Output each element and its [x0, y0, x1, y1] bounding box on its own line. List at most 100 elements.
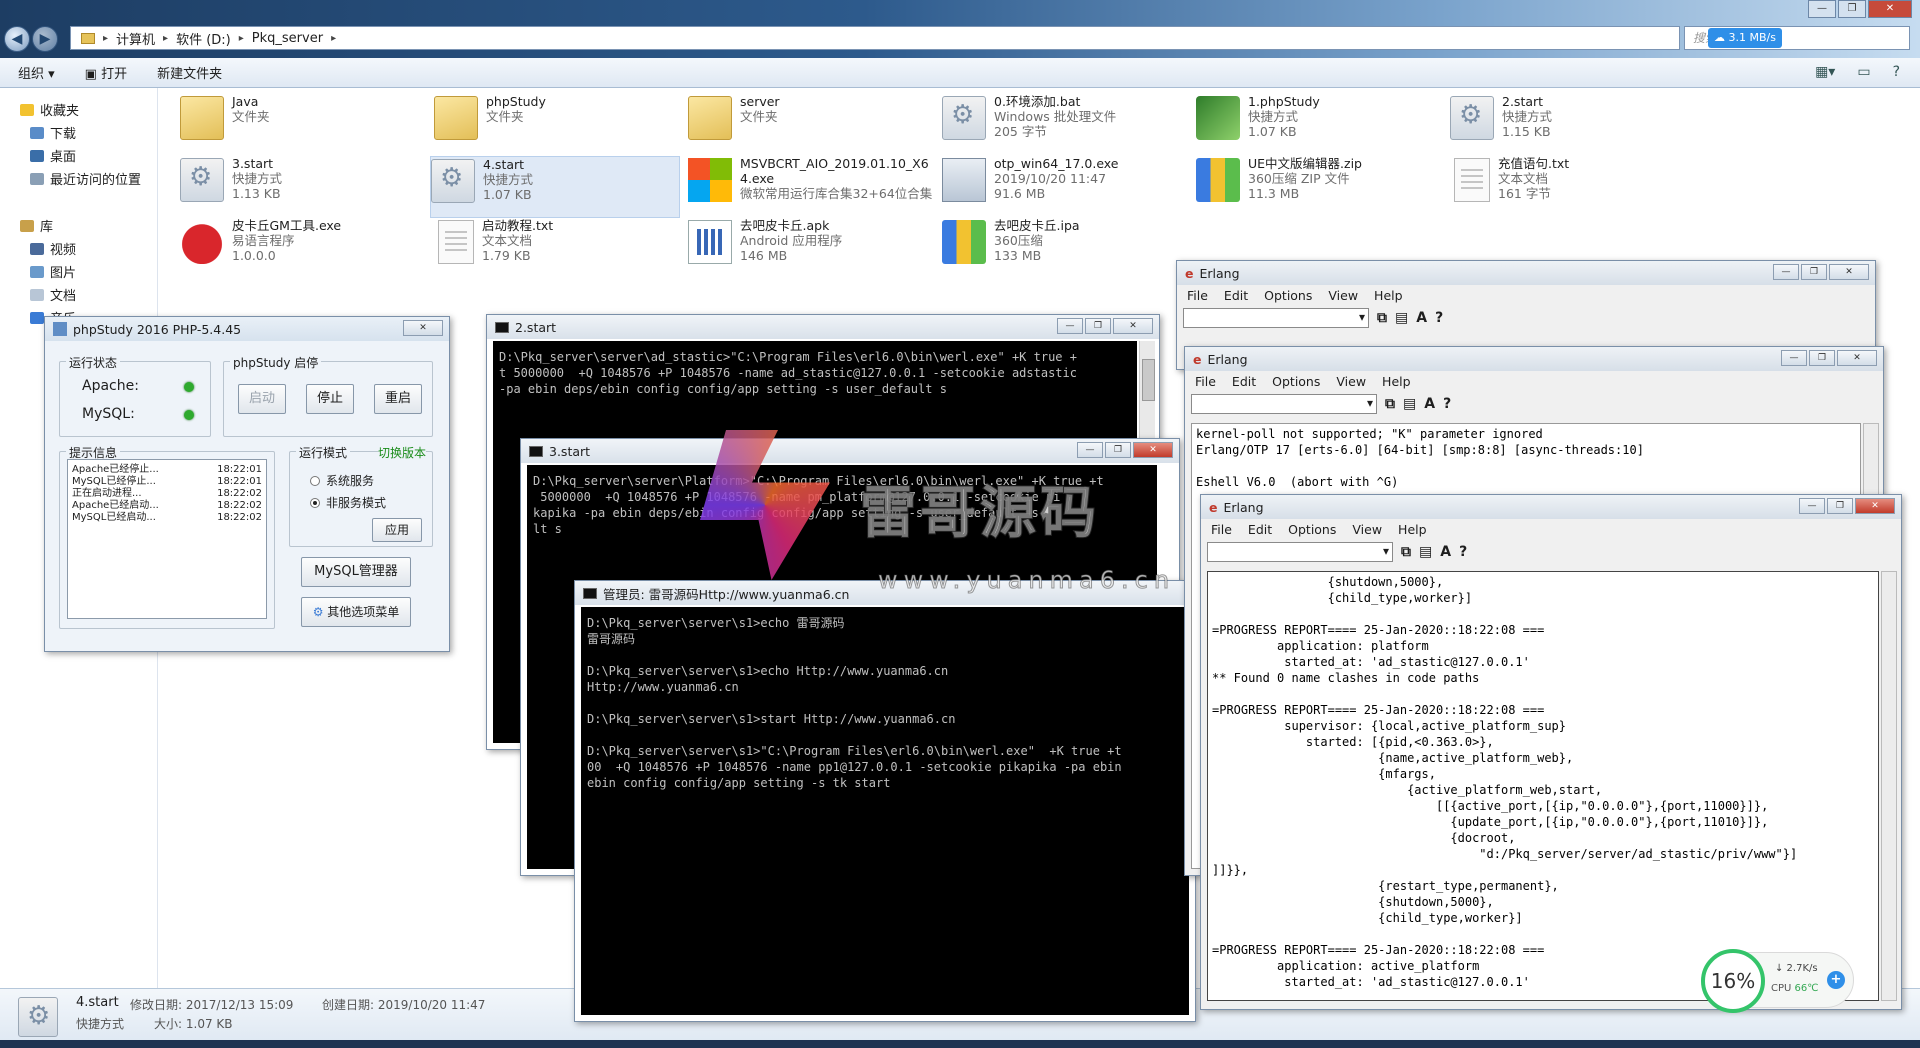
copy-icon[interactable]: ⧉ — [1385, 396, 1395, 412]
menu-help[interactable]: Help — [1398, 522, 1427, 537]
file-item[interactable]: 充值语句.txt 文本文档 161 字节 — [1450, 156, 1700, 218]
breadcrumb-drive[interactable]: 软件 (D:) — [176, 29, 231, 48]
close-button[interactable]: ✕ — [1868, 0, 1912, 18]
nav-downloads[interactable]: 下载 — [30, 123, 76, 142]
menu-help[interactable]: Help — [1382, 374, 1411, 389]
file-item[interactable]: MSVBCRT_AIO_2019.01.10_X64.exe 微软常用运行库合集3… — [688, 156, 938, 218]
maximize-button[interactable]: ❐ — [1105, 442, 1131, 458]
close-button[interactable]: ✕ — [1133, 442, 1173, 458]
mysql-manager-button[interactable]: MySQL管理器 — [301, 557, 411, 587]
minimize-button[interactable]: — — [1799, 498, 1825, 514]
erlang-title-bar[interactable]: e Erlang — ❐ ✕ — [1177, 261, 1875, 285]
file-item[interactable]: server 文件夹 — [688, 94, 938, 156]
close-button[interactable]: ✕ — [1113, 318, 1153, 334]
console-title-bar[interactable]: 管理员: 雷哥源码Http://www.yuanma6.cn — [575, 581, 1195, 605]
file-item[interactable]: UE中文版编辑器.zip 360压缩 ZIP 文件 11.3 MB — [1196, 156, 1446, 218]
menu-help[interactable]: Help — [1374, 288, 1403, 303]
menu-file[interactable]: File — [1195, 374, 1216, 389]
menu-file[interactable]: File — [1187, 288, 1208, 303]
nav-pictures[interactable]: 图片 — [30, 262, 76, 281]
minimize-button[interactable]: — — [1808, 0, 1836, 18]
menu-file[interactable]: File — [1211, 522, 1232, 537]
file-item[interactable]: otp_win64_17.0.exe 2019/10/20 11:47 91.6 M… — [942, 156, 1192, 218]
maximize-button[interactable]: ❐ — [1827, 498, 1853, 514]
node-select[interactable] — [1183, 308, 1369, 328]
breadcrumb-folder[interactable]: Pkq_server — [252, 31, 323, 46]
close-button[interactable]: ✕ — [1837, 350, 1877, 366]
console-output[interactable]: D:\Pkq_server\server\s1>echo 雷哥源码 雷哥源码 D… — [581, 607, 1189, 1015]
menu-edit[interactable]: Edit — [1248, 522, 1272, 537]
back-button[interactable]: ◀ — [4, 26, 30, 52]
node-select[interactable] — [1191, 394, 1377, 414]
font-icon[interactable]: A — [1424, 396, 1435, 412]
maximize-button[interactable]: ❐ — [1801, 264, 1827, 280]
minimize-button[interactable]: — — [1077, 442, 1103, 458]
erlang-shell-output[interactable]: {shutdown,5000}, {child_type,worker}] =P… — [1207, 571, 1879, 1001]
file-item[interactable]: 皮卡丘GM工具.exe 易语言程序 1.0.0.0 — [180, 218, 430, 280]
minimize-button[interactable]: — — [1773, 264, 1799, 280]
font-icon[interactable]: A — [1440, 544, 1451, 560]
file-item[interactable]: 2.start快捷方式1.15 KB — [1450, 94, 1700, 156]
menu-view[interactable]: View — [1352, 522, 1382, 537]
address-bar[interactable]: ▸ 计算机 ▸ 软件 (D:) ▸ Pkq_server ▸ — [70, 26, 1680, 50]
maximize-button[interactable]: ❐ — [1085, 318, 1111, 334]
paste-icon[interactable]: ▤ — [1419, 544, 1432, 560]
system-service-radio[interactable]: 系统服务 — [310, 472, 374, 489]
log-box[interactable]: Apache已经停止... 18:22:01 MySQL已经停止... 18:22:… — [67, 459, 267, 619]
menu-options[interactable]: Options — [1264, 288, 1312, 303]
help-icon[interactable]: ? — [1443, 396, 1451, 412]
nav-recent[interactable]: 最近访问的位置 — [30, 169, 141, 188]
minimize-button[interactable]: — — [1781, 350, 1807, 366]
view-options-icon[interactable]: ▦▾ — [1815, 64, 1835, 80]
console-title-bar[interactable]: 3.start — ❐ ✕ — [521, 439, 1179, 463]
paste-icon[interactable]: ▤ — [1395, 310, 1408, 326]
file-item[interactable]: 1.phpStudy 快捷方式 1.07 KB — [1196, 94, 1446, 156]
help-icon[interactable]: ? — [1435, 310, 1443, 326]
menu-options[interactable]: Options — [1272, 374, 1320, 389]
erlang-title-bar[interactable]: e Erlang — ❐ ✕ — [1201, 495, 1901, 519]
copy-icon[interactable]: ⧉ — [1377, 310, 1387, 326]
nav-documents[interactable]: 文档 — [30, 285, 76, 304]
nav-videos[interactable]: 视频 — [30, 239, 76, 258]
preview-pane-icon[interactable]: ▭ — [1857, 64, 1870, 80]
erlang-title-bar[interactable]: e Erlang — ❐ ✕ — [1185, 347, 1883, 371]
paste-icon[interactable]: ▤ — [1403, 396, 1416, 412]
open-button[interactable]: ▣ 打开 — [85, 63, 127, 82]
plus-icon[interactable]: + — [1827, 971, 1845, 989]
stop-button[interactable]: 停止 — [306, 384, 354, 414]
file-item[interactable]: 3.start快捷方式1.13 KB — [180, 156, 430, 218]
menu-options[interactable]: Options — [1288, 522, 1336, 537]
maximize-button[interactable]: ❐ — [1838, 0, 1866, 18]
file-item[interactable]: 去吧皮卡丘.ipa 360压缩 133 MB — [942, 218, 1192, 280]
maximize-button[interactable]: ❐ — [1809, 350, 1835, 366]
start-button[interactable]: 启动 — [238, 384, 286, 414]
cpu-monitor-widget[interactable]: 16% ↓ 2.7K/s CPU 66℃ + — [1701, 949, 1854, 1013]
phpstudy-title-bar[interactable]: phpStudy 2016 PHP-5.4.45 ✕ — [45, 317, 449, 341]
minimize-button[interactable]: — — [1057, 318, 1083, 334]
console-title-bar[interactable]: 2.start — ❐ ✕ — [487, 315, 1159, 339]
nav-libraries[interactable]: 库 — [20, 216, 53, 235]
file-item[interactable]: phpStudy 文件夹 — [434, 94, 684, 156]
help-icon[interactable]: ? — [1459, 544, 1467, 560]
nav-desktop[interactable]: 桌面 — [30, 146, 76, 165]
file-item-selected[interactable]: 4.start快捷方式1.07 KB — [430, 156, 680, 218]
nav-favorites[interactable]: 收藏夹 — [20, 100, 79, 119]
scrollbar[interactable] — [1881, 571, 1897, 1001]
file-item[interactable]: 去吧皮卡丘.apk Android 应用程序 146 MB — [688, 218, 938, 280]
file-item[interactable]: Java 文件夹 — [180, 94, 430, 156]
non-service-radio[interactable]: 非服务模式 — [310, 494, 386, 511]
menu-view[interactable]: View — [1336, 374, 1366, 389]
menu-edit[interactable]: Edit — [1232, 374, 1256, 389]
restart-button[interactable]: 重启 — [374, 384, 422, 414]
breadcrumb-computer[interactable]: 计算机 — [116, 29, 155, 48]
font-icon[interactable]: A — [1416, 310, 1427, 326]
close-button[interactable]: ✕ — [1855, 498, 1895, 514]
menu-edit[interactable]: Edit — [1224, 288, 1248, 303]
forward-button[interactable]: ▶ — [32, 26, 58, 52]
apply-button[interactable]: 应用 — [372, 518, 422, 542]
file-item[interactable]: 0.环境添加.batWindows 批处理文件205 字节 — [942, 94, 1192, 156]
copy-icon[interactable]: ⧉ — [1401, 544, 1411, 560]
new-folder-button[interactable]: 新建文件夹 — [157, 63, 222, 82]
other-options-button[interactable]: ⚙ 其他选项菜单 — [301, 597, 411, 627]
switch-version-link[interactable]: 切换版本 — [377, 444, 426, 461]
